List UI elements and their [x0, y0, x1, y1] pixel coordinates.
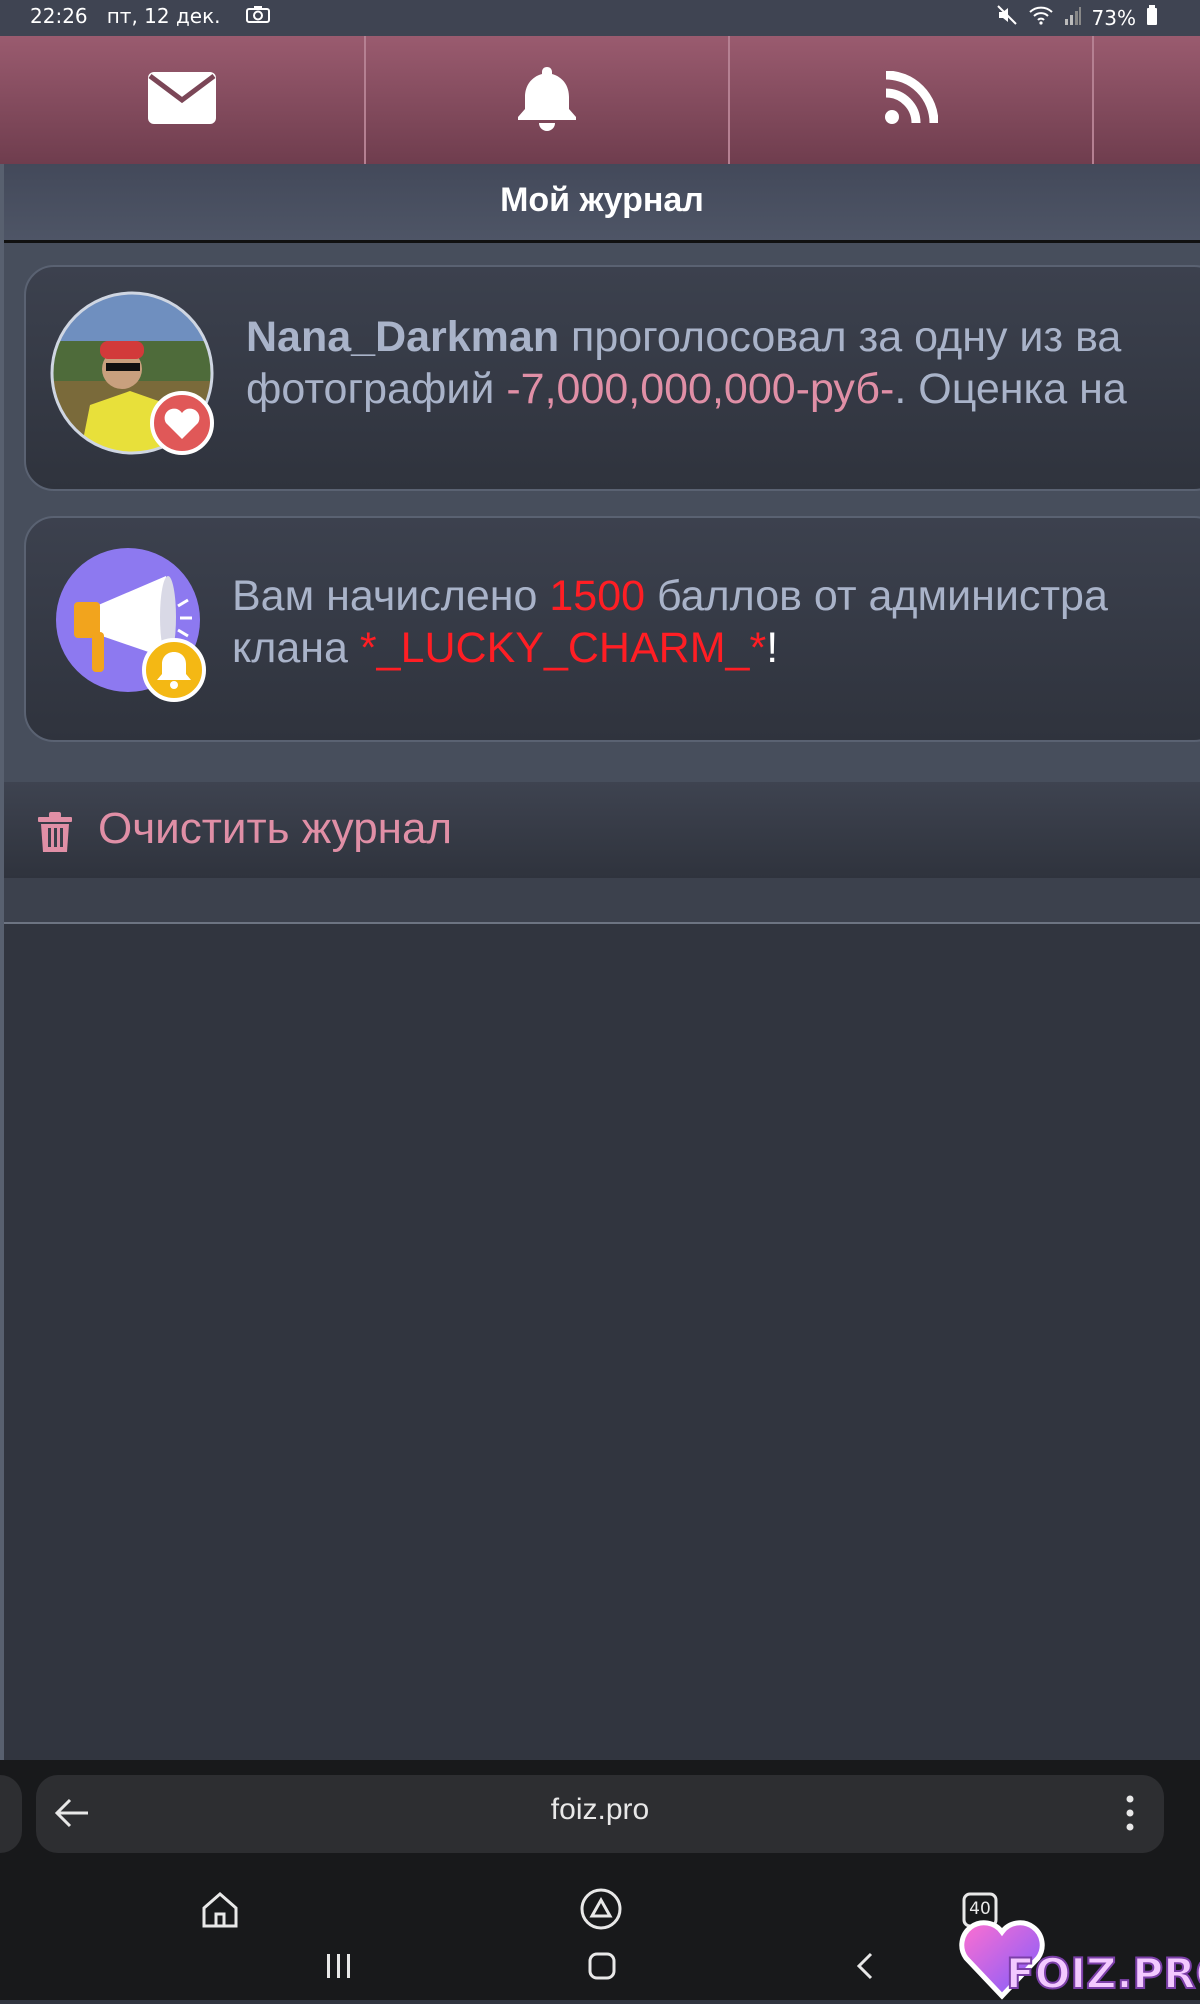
clear-journal-button[interactable]: Очистить журнал: [4, 782, 1200, 880]
side-tab-peek: [0, 1775, 22, 1853]
trash-icon: [38, 812, 72, 856]
footer-strip: [4, 878, 1200, 924]
bell-badge-icon: [142, 638, 206, 706]
menu-dots-icon[interactable]: [1126, 1795, 1134, 1835]
status-left: 22:26 пт, 12 дек.: [30, 4, 270, 28]
tab-notifications[interactable]: [366, 36, 730, 164]
navigation-bar: 40 FOIZ.PRO: [0, 1870, 1200, 2000]
camera-icon: [240, 4, 270, 28]
user-avatar[interactable]: [50, 291, 214, 455]
entry-text-part: Вам начислено: [232, 572, 550, 620]
journal-entry-points[interactable]: Вам начислено 1500 баллов от администра …: [24, 516, 1200, 742]
envelope-icon: [148, 72, 216, 128]
megaphone-icon: [56, 548, 220, 712]
entry-text-part: . Оценка на: [894, 365, 1127, 413]
tab-feed[interactable]: [730, 36, 1094, 164]
tab-more[interactable]: [1094, 36, 1200, 164]
status-bar: 22:26 пт, 12 дек. 73%: [0, 0, 1200, 36]
watermark-text: FOIZ.PRO: [1006, 1949, 1200, 1998]
clan-name-link[interactable]: *_LUCKY_CHARM_*: [360, 624, 766, 672]
status-right: 73%: [996, 4, 1158, 31]
entry-text-part: фотографий: [246, 365, 507, 413]
top-tab-bar: [0, 36, 1200, 166]
status-time: 22:26: [30, 4, 88, 28]
signal-icon: [1064, 5, 1082, 30]
journal-list: Nana_Darkman проголосовал за одну из ва …: [4, 243, 1200, 783]
home-icon[interactable]: [200, 1890, 240, 1934]
clear-journal-label: Очистить журнал: [98, 804, 453, 853]
entry-text-part: проголосовал за одну из ва: [559, 313, 1122, 361]
foiz-watermark-logo: FOIZ.PRO: [958, 1912, 1200, 2000]
status-date: пт, 12 дек.: [106, 4, 221, 28]
mute-icon: [996, 4, 1018, 31]
home-nav-icon[interactable]: [588, 1952, 616, 1984]
photo-name-link[interactable]: -7,000,000,000-руб-: [506, 365, 894, 413]
entry-text: Вам начислено 1500 баллов от администра …: [232, 570, 1108, 674]
rss-icon: [884, 70, 939, 129]
address-bar[interactable]: foiz.pro: [36, 1775, 1164, 1853]
wifi-icon: [1028, 5, 1054, 30]
entry-text-part: клана: [232, 624, 360, 672]
back-nav-icon[interactable]: [856, 1952, 874, 1984]
browser-toolbar: foiz.pro: [0, 1760, 1200, 1870]
recent-apps-icon[interactable]: [326, 1954, 352, 1982]
battery-level: 73%: [1091, 5, 1136, 30]
entry-text: Nana_Darkman проголосовал за одну из ва …: [246, 311, 1127, 415]
entry-text-part: баллов от администра: [645, 572, 1108, 620]
entry-line-1: Nana_Darkman проголосовал за одну из ва: [246, 311, 1127, 363]
entry-text-part: !: [766, 624, 779, 672]
url-text[interactable]: foiz.pro: [36, 1793, 1164, 1827]
points-value: 1500: [549, 572, 646, 620]
entry-line-2: фотографий -7,000,000,000-руб-. Оценка н…: [246, 363, 1127, 415]
battery-icon: [1146, 5, 1158, 30]
entry-line-1: Вам начислено 1500 баллов от администра: [232, 570, 1108, 622]
page-title: Мой журнал: [500, 181, 704, 219]
heart-badge-icon: [150, 391, 214, 459]
title-bar: Мой журнал: [4, 164, 1200, 243]
entry-line-2: клана *_LUCKY_CHARM_*!: [232, 622, 1108, 674]
user-name-link[interactable]: Nana_Darkman: [246, 313, 559, 361]
tab-messages[interactable]: [0, 36, 366, 164]
journal-entry-vote[interactable]: Nana_Darkman проголосовал за одну из ва …: [24, 265, 1200, 491]
bell-icon: [515, 63, 579, 137]
assistant-icon[interactable]: [580, 1888, 622, 1934]
